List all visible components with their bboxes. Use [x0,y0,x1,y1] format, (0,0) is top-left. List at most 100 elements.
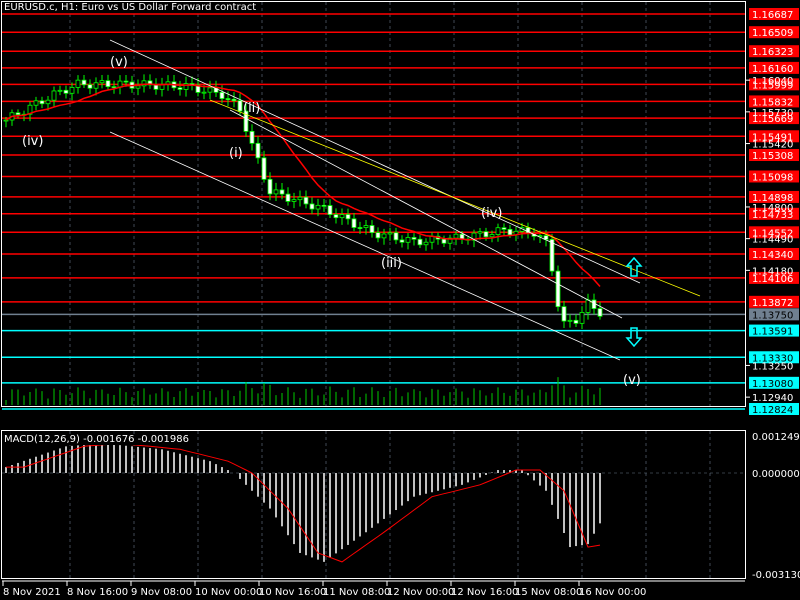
candle-body [291,199,297,202]
candle-body [597,308,603,317]
candle-body [483,231,489,238]
candle-body [75,79,81,88]
price-tick: 1.13250 [752,361,793,372]
candle-body [363,225,369,228]
candle-body [255,142,261,159]
channel-upper[interactable] [109,39,641,284]
candle-body [297,196,303,201]
wave-label: (v) [110,55,128,70]
candle-body [57,89,63,92]
candle-body [285,193,291,202]
price-tick: 1.14490 [752,235,793,246]
time-tick: 10 Nov 00:00 [195,587,262,598]
time-tick: 9 Nov 08:00 [131,587,192,598]
candle-body [135,85,141,89]
candle-body [405,237,411,243]
time-tick: 8 Nov 2021 [3,587,61,598]
support-label: 1.13080 [752,379,793,390]
candle-body [411,237,417,240]
price-tick: 1.12940 [752,393,793,404]
candle-body [345,214,351,220]
price-tick: 1.16040 [752,76,793,87]
time-tick: 11 Nov 08:00 [323,587,390,598]
resistance-label: 1.16687 [752,10,793,21]
candle-body [369,225,375,234]
candle-body [495,227,501,235]
resistance-label: 1.13872 [752,298,793,309]
candle-body [153,84,159,90]
support-label: 1.13591 [752,327,793,338]
candle-body [45,99,51,105]
time-tick: 16 Nov 00:00 [579,587,646,598]
wave-label: (i) [229,146,243,161]
candle-body [549,239,555,272]
candle-body [351,218,357,228]
candle-body [555,270,561,308]
candle-body [339,214,345,219]
resistance-label: 1.16509 [752,28,793,39]
candle-body [219,91,225,99]
price-tick: 1.15730 [752,108,793,119]
candle-body [51,90,57,101]
time-tick: 8 Nov 16:00 [67,587,128,598]
candle-body [315,204,321,210]
candle-body [201,91,207,94]
arrow-up-icon [625,256,643,277]
candle-body [111,86,117,89]
price-tick: 1.15420 [752,140,793,151]
candle-body [501,227,507,230]
wave-label: (iii) [381,256,402,271]
candle-body [579,312,585,324]
candle-body [477,231,483,234]
candle-body [207,87,213,93]
candle-body [87,84,93,89]
macd-axis-zero: 0.000000 [752,469,800,480]
candle-body [417,238,423,246]
chart-canvas[interactable]: 1.166871.165091.163231.161601.159991.158… [0,0,800,600]
candle-body [333,214,339,219]
candle-body [573,319,579,324]
candle-body [567,319,573,322]
candle-body [99,80,105,84]
candle-body [261,157,267,180]
resistance-label: 1.16323 [752,47,793,58]
volume-bars [5,377,601,405]
candle-body [33,100,39,106]
time-tick: 15 Nov 08:00 [515,587,582,598]
moving-average-line [5,83,601,287]
candle-body [225,98,231,100]
wave-label: (ii) [243,101,260,116]
wave-label: (iv) [22,134,43,149]
chart-title: EURUSD.c, H1: Euro vs US Dollar Forward … [4,2,257,13]
candle-body [393,232,399,241]
candle-body [231,98,237,102]
candle-body [105,80,111,88]
candle-body [249,130,255,144]
candle-body [279,189,285,195]
price-tick: 1.14800 [752,203,793,214]
resistance-label: 1.15098 [752,172,793,183]
resistance-label: 1.15308 [752,151,793,162]
candle-body [309,203,315,210]
candle-body [93,82,99,89]
wave-label: (iv) [481,206,502,221]
wave-labels: (iv) (v) (i) (ii) (iii) (iv) (v) [22,55,641,388]
candle-body [561,306,567,322]
candle-body [375,232,381,239]
macd-histogram [5,443,601,562]
candle-body [267,178,273,195]
candle-body [321,204,327,207]
candle-body [423,241,429,246]
candle-body [507,228,513,236]
candle-body [399,239,405,243]
candle-body [177,87,183,90]
candle-body [585,299,591,313]
channel-lines [109,39,641,361]
resistance-label: 1.15832 [752,97,793,108]
candle-body [303,196,309,205]
time-axis[interactable]: 8 Nov 2021 8 Nov 16:00 9 Nov 08:00 10 Nov 0… [2,580,745,598]
support-label: 1.12824 [752,405,793,416]
candle-body [357,227,363,229]
macd-axis-top: 0.001249 [752,432,800,443]
channel-lower[interactable] [109,131,621,361]
